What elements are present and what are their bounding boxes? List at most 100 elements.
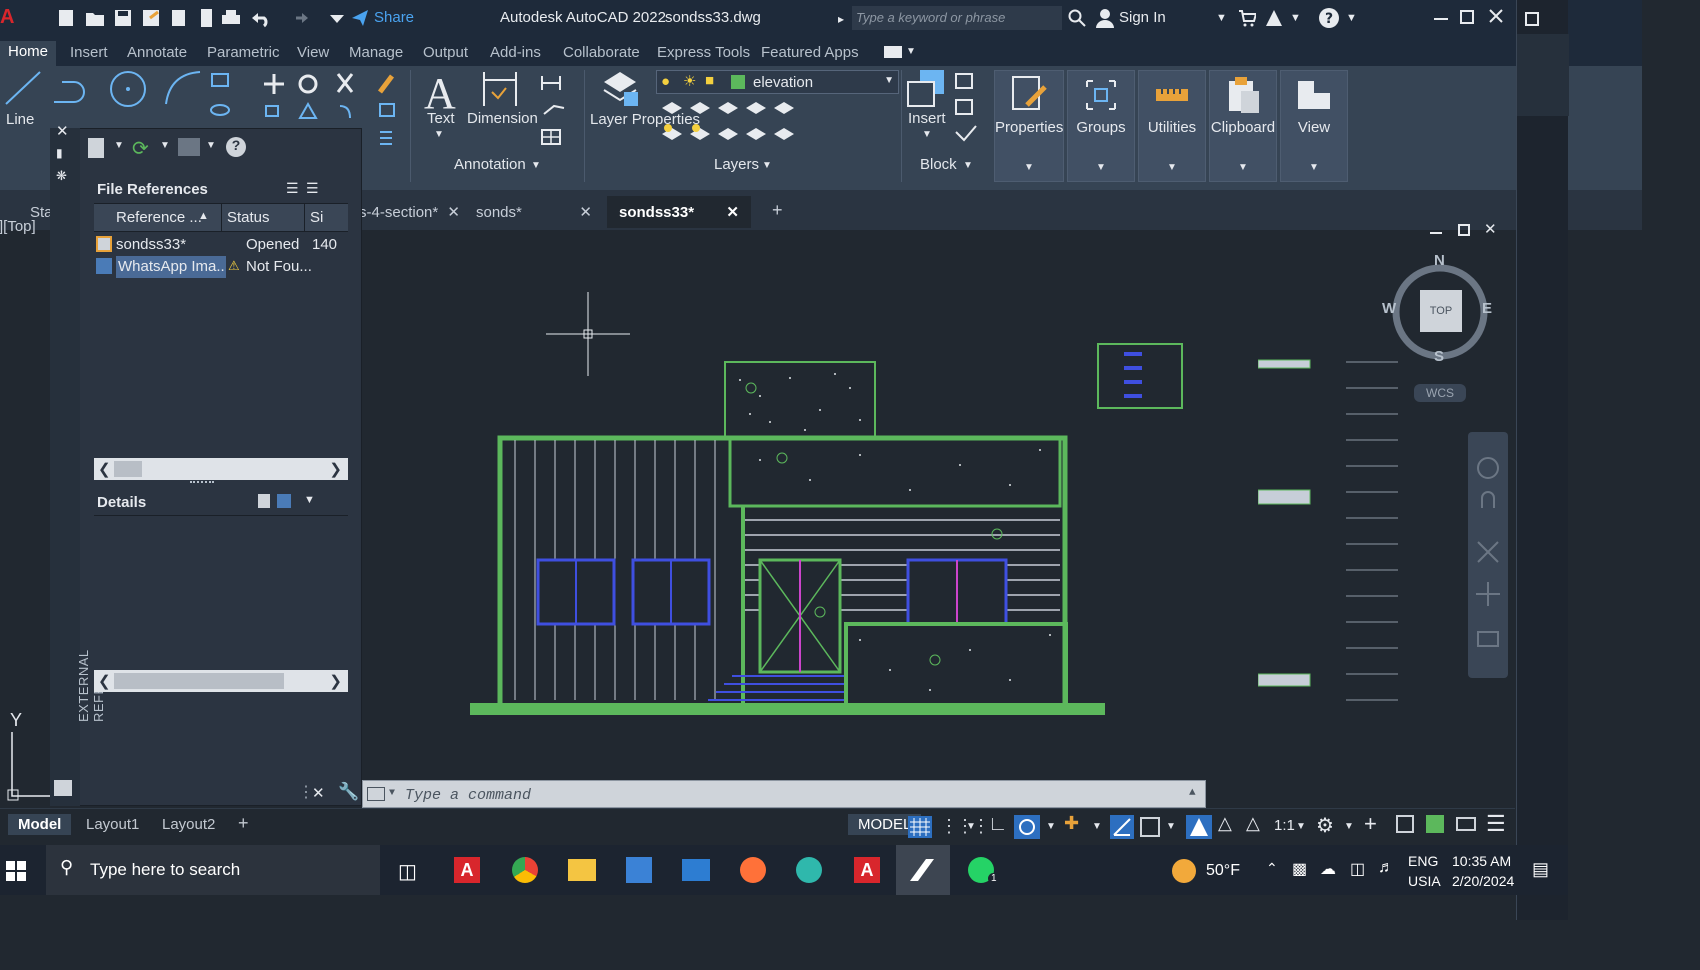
share-drawing-icon[interactable] (168, 8, 190, 28)
layers-panel-label[interactable]: Layers (714, 156, 759, 173)
insert-button[interactable]: Insert (908, 110, 946, 127)
doc-tab-sonds[interactable]: sonds* ✕ (464, 196, 604, 228)
clipboard-button[interactable]: Clipboard ▼ (1209, 70, 1277, 182)
details-horizontal-scrollbar[interactable]: ❮ ❯ (94, 670, 348, 692)
command-close-icon[interactable]: ✕ (312, 784, 325, 802)
show-hidden-icons-icon[interactable]: ⌃ (1266, 860, 1278, 877)
file-references-header[interactable]: File References ☰ ☰ (94, 176, 348, 204)
workspace-dropdown-icon[interactable]: ▼ (1344, 821, 1354, 832)
snap-icon[interactable]: ⋮⋮⋮ (940, 816, 990, 837)
scroll-thumb[interactable] (114, 461, 142, 477)
properties-button[interactable]: Properties ▼ (994, 70, 1064, 182)
windows-start-icon[interactable] (6, 861, 26, 881)
scale-dropdown-icon[interactable]: ▼ (1296, 821, 1306, 832)
clock-time[interactable]: 10:35 AM (1452, 853, 1511, 869)
legend-block[interactable] (1096, 342, 1184, 410)
tab-manage[interactable]: Manage (349, 44, 403, 61)
block-tools-icon[interactable] (952, 70, 982, 146)
insert-dropdown-icon[interactable]: ▼ (922, 129, 932, 140)
share-icon[interactable] (350, 8, 370, 28)
sort-ascending-icon[interactable]: ▲ (198, 210, 209, 222)
scroll-right-icon[interactable]: ❯ (329, 460, 342, 478)
scroll-right-icon[interactable]: ❯ (329, 672, 342, 690)
app-taskbar-icon[interactable] (796, 857, 822, 883)
chrome-taskbar-icon[interactable] (512, 857, 538, 883)
maximize-icon[interactable] (1460, 10, 1474, 24)
refresh-dropdown-icon[interactable]: ▼ (160, 140, 170, 151)
share-button[interactable]: Share (374, 9, 414, 26)
annotation-panel-label[interactable]: Annotation (454, 156, 526, 173)
language-indicator[interactable]: ENG (1408, 853, 1438, 869)
horizontal-scrollbar[interactable]: ❮ ❯ (94, 458, 348, 480)
compass-north[interactable]: N (1434, 252, 1445, 269)
region-indicator[interactable]: USIA (1408, 873, 1441, 889)
user-icon[interactable] (1096, 8, 1114, 28)
auto-scale-icon[interactable]: △ (1218, 813, 1232, 834)
close-icon[interactable]: ✕ (726, 203, 739, 221)
polar-tracking-icon[interactable] (1014, 815, 1040, 839)
workspace-settings-icon[interactable]: ⚙ (1316, 813, 1334, 838)
firefox-icon[interactable] (740, 857, 766, 883)
layout-tab-layout1[interactable]: Layout1 (76, 814, 149, 835)
annotation-visibility-icon[interactable] (1186, 815, 1212, 839)
schedule-table[interactable] (1344, 358, 1400, 706)
sign-in-button[interactable]: Sign In (1119, 9, 1166, 26)
help-icon[interactable]: ? (226, 137, 246, 157)
change-path-icon[interactable] (178, 138, 200, 156)
command-customize-icon[interactable]: 🔧 (338, 782, 359, 802)
volume-icon[interactable]: ♬ (1378, 859, 1394, 877)
help-icon[interactable]: ? (1318, 7, 1340, 29)
list-view-icon[interactable]: ☰ (286, 180, 299, 197)
selection-cycling-icon[interactable] (1138, 815, 1162, 839)
print-icon[interactable] (220, 8, 242, 28)
clock-date[interactable]: 2/20/2024 (1452, 873, 1514, 889)
scroll-thumb[interactable] (114, 673, 284, 689)
scroll-left-icon[interactable]: ❮ (98, 672, 111, 690)
hardware-acceleration-icon[interactable] (1426, 815, 1444, 833)
compass-west[interactable]: W (1382, 300, 1396, 317)
line-button[interactable]: Line (6, 111, 34, 128)
tree-view-icon[interactable]: ☰ (306, 180, 319, 197)
text-dropdown-icon[interactable]: ▼ (434, 129, 444, 140)
osnap-tracking-dropdown-icon[interactable]: ▼ (1092, 821, 1102, 832)
viewcube-top-face[interactable]: TOP (1420, 290, 1462, 332)
groups-button[interactable]: Groups ▼ (1067, 70, 1135, 182)
undo-icon[interactable] (250, 8, 272, 28)
column-size[interactable]: Si (310, 209, 323, 226)
circle-icon[interactable] (107, 68, 149, 110)
tab-featured-apps[interactable]: Featured Apps (761, 44, 859, 61)
viewport-close-icon[interactable]: ✕ (1484, 220, 1497, 238)
tab-insert[interactable]: Insert (70, 44, 108, 61)
isolate-objects-icon[interactable] (1396, 815, 1414, 833)
customization-menu-icon[interactable]: ☰ (1486, 811, 1506, 837)
redo-icon[interactable] (288, 8, 310, 28)
new-tab-plus-icon[interactable]: + (760, 196, 795, 228)
active-app-taskbar-button[interactable] (896, 845, 950, 895)
layout-tab-layout2[interactable]: Layout2 (152, 814, 225, 835)
wcs-menu[interactable]: WCS (1414, 384, 1466, 402)
attach-dropdown-icon[interactable]: ▼ (114, 140, 124, 151)
palette-settings-icon[interactable]: ❋ (56, 168, 67, 184)
save-icon[interactable] (112, 8, 134, 28)
layer-dropdown[interactable]: ● ☀ ■ elevation ▼ (656, 70, 899, 94)
viewport-restore-icon[interactable] (1458, 224, 1470, 236)
app-dropdown-icon[interactable]: ▼ (1290, 12, 1301, 24)
column-reference-name[interactable]: Reference ... (116, 209, 202, 226)
tab-annotate[interactable]: Annotate (127, 44, 187, 61)
selection-dropdown-icon[interactable]: ▼ (1166, 821, 1176, 832)
chevron-right-icon[interactable]: ▸ (838, 12, 844, 26)
rectangle-icon[interactable] (208, 72, 244, 128)
add-layout-icon[interactable]: + (228, 811, 259, 836)
open-icon[interactable] (84, 8, 106, 28)
network-icon[interactable]: ▩ (1292, 859, 1307, 879)
dimension-icon[interactable] (480, 70, 520, 108)
preview-icon[interactable] (277, 494, 291, 508)
ortho-icon[interactable]: ∟ (988, 813, 1008, 836)
layer-properties-icon[interactable] (600, 68, 640, 108)
scroll-left-icon[interactable]: ❮ (98, 460, 111, 478)
help-dropdown-icon[interactable]: ▼ (1346, 12, 1357, 24)
line-icon[interactable] (2, 68, 44, 108)
microsoft-store-icon[interactable] (626, 857, 652, 883)
snap-dropdown-icon[interactable]: ▼ (966, 821, 976, 832)
doc-tab-sondss33[interactable]: sondss33* ✕ (607, 196, 751, 228)
